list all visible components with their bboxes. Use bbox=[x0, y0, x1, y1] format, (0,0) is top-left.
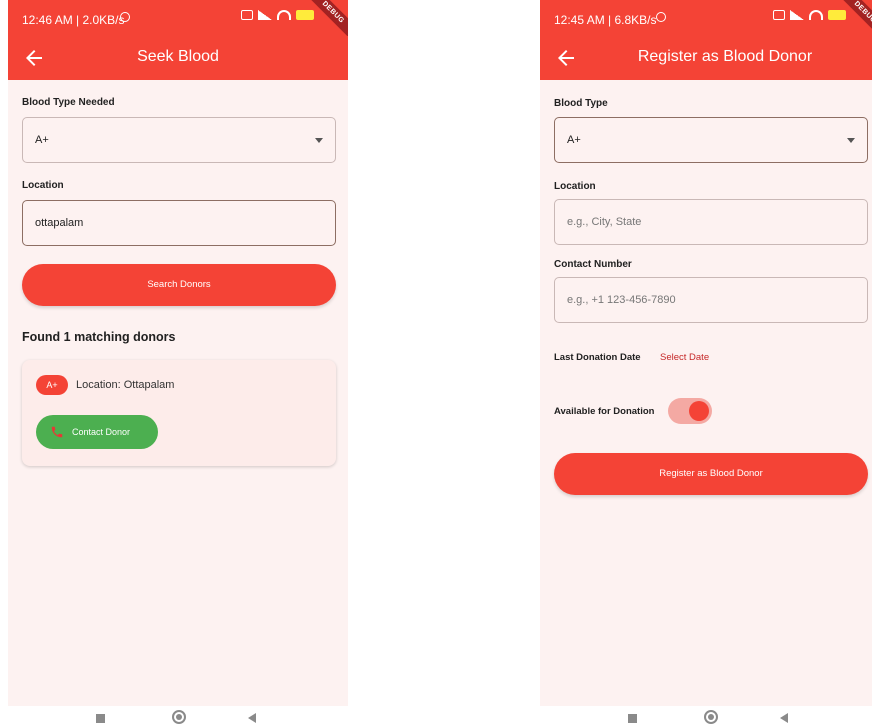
donor-location: Location: Ottapalam bbox=[76, 379, 175, 391]
blood-type-value: A+ bbox=[567, 134, 581, 146]
location-placeholder: e.g., City, State bbox=[567, 216, 642, 228]
blood-type-dropdown[interactable]: A+ bbox=[22, 117, 336, 163]
contact-number-input[interactable]: e.g., +1 123-456-7890 bbox=[554, 277, 868, 323]
battery-icon bbox=[296, 10, 314, 20]
blood-type-badge: A+ bbox=[36, 375, 68, 395]
available-label: Available for Donation bbox=[554, 406, 655, 417]
results-heading: Found 1 matching donors bbox=[22, 330, 176, 344]
app-bar: Register as Blood Donor bbox=[540, 36, 872, 80]
status-icons bbox=[241, 10, 314, 20]
signal-icon bbox=[258, 10, 272, 20]
blood-type-label: Blood Type bbox=[554, 98, 608, 109]
location-input[interactable]: ottapalam bbox=[22, 200, 336, 246]
status-time: 12:46 AM | 2.0KB/s bbox=[22, 13, 125, 27]
home-icon[interactable] bbox=[172, 710, 186, 724]
contact-donor-button[interactable]: Contact Donor bbox=[36, 415, 158, 449]
location-label: Location bbox=[554, 181, 596, 192]
recents-icon[interactable] bbox=[628, 714, 637, 723]
phone-icon bbox=[51, 426, 63, 438]
alarm-icon bbox=[656, 12, 666, 22]
available-toggle[interactable] bbox=[668, 398, 712, 424]
wifi-icon bbox=[809, 10, 823, 20]
donor-card: A+ Location: Ottapalam Contact Donor bbox=[22, 360, 336, 466]
blood-type-label: Blood Type Needed bbox=[22, 97, 115, 108]
wifi-icon bbox=[277, 10, 291, 20]
contact-placeholder: e.g., +1 123-456-7890 bbox=[567, 294, 676, 306]
location-label: Location bbox=[22, 180, 64, 191]
seek-blood-screen: 12:46 AM | 2.0KB/s DEBUG Seek Blood Bloo… bbox=[8, 0, 348, 706]
system-nav-bar bbox=[8, 706, 348, 728]
status-bar: 12:46 AM | 2.0KB/s DEBUG bbox=[8, 0, 348, 42]
location-input[interactable]: e.g., City, State bbox=[554, 199, 868, 245]
status-bar: 12:45 AM | 6.8KB/s DEBUG bbox=[540, 0, 872, 42]
system-back-icon[interactable] bbox=[248, 713, 256, 723]
register-donor-screen: 12:45 AM | 6.8KB/s DEBUG Register as Blo… bbox=[540, 0, 872, 706]
register-donor-button[interactable]: Register as Blood Donor bbox=[554, 453, 868, 495]
search-donors-button[interactable]: Search Donors bbox=[22, 264, 336, 306]
contact-donor-label: Contact Donor bbox=[72, 427, 131, 437]
home-icon[interactable] bbox=[704, 710, 718, 724]
app-bar: Seek Blood bbox=[8, 36, 348, 80]
battery-icon bbox=[828, 10, 846, 20]
last-donation-label: Last Donation Date bbox=[554, 352, 641, 363]
blood-type-dropdown[interactable]: A+ bbox=[554, 117, 868, 163]
select-date-button[interactable]: Select Date bbox=[660, 352, 709, 363]
dropdown-arrow-icon bbox=[847, 138, 855, 143]
toggle-knob bbox=[689, 401, 709, 421]
system-nav-bar bbox=[540, 706, 872, 728]
dropdown-arrow-icon bbox=[315, 138, 323, 143]
location-value: ottapalam bbox=[35, 217, 84, 229]
blood-type-value: A+ bbox=[35, 134, 49, 146]
sim-icon bbox=[241, 10, 253, 20]
contact-number-label: Contact Number bbox=[554, 259, 632, 270]
signal-icon bbox=[790, 10, 804, 20]
recents-icon[interactable] bbox=[96, 714, 105, 723]
page-title: Seek Blood bbox=[137, 48, 219, 65]
status-time: 12:45 AM | 6.8KB/s bbox=[554, 13, 657, 27]
alarm-icon bbox=[120, 12, 130, 22]
status-icons bbox=[773, 10, 846, 20]
system-back-icon[interactable] bbox=[780, 713, 788, 723]
page-title: Register as Blood Donor bbox=[637, 48, 813, 65]
sim-icon bbox=[773, 10, 785, 20]
